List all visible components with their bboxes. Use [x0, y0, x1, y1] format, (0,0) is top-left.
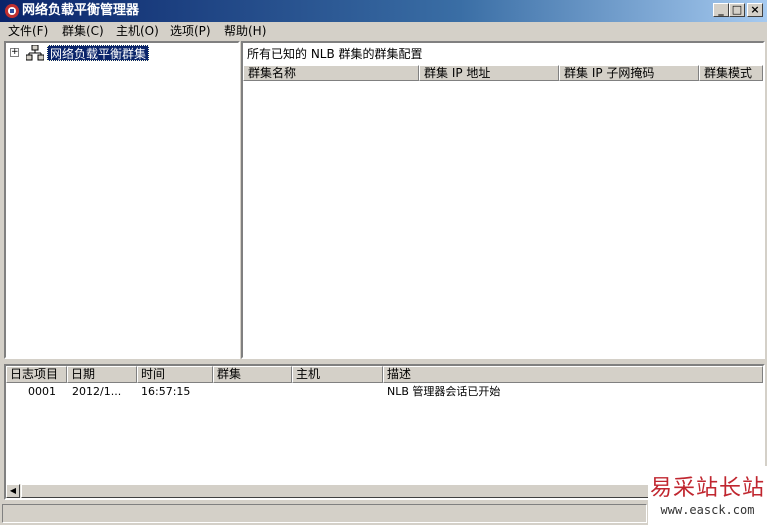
title-bar[interactable]: 网络负载平衡管理器 _ □ × — [0, 0, 767, 22]
expand-icon[interactable]: + — [10, 48, 19, 57]
column-header-description[interactable]: 描述 — [383, 366, 763, 383]
watermark-url: www.easck.com — [660, 503, 755, 517]
watermark-title: 易采站长站 — [649, 476, 765, 501]
close-button[interactable]: × — [747, 3, 763, 17]
column-header-host[interactable]: 主机 — [292, 366, 383, 383]
log-time-cell: 16:57:15 — [141, 385, 191, 398]
menu-host[interactable]: 主机(O) — [116, 22, 159, 40]
window-title: 网络负载平衡管理器 — [22, 3, 140, 18]
log-entry-cell: 0001 — [28, 385, 56, 398]
minimize-button[interactable]: _ — [713, 3, 729, 17]
network-cluster-icon — [26, 45, 44, 61]
column-header-cluster[interactable]: 群集 — [213, 366, 292, 383]
status-field — [2, 504, 647, 523]
menu-cluster[interactable]: 群集(C) — [62, 22, 104, 40]
nlb-app-icon — [5, 4, 19, 18]
cluster-list-pane[interactable]: 所有已知的 NLB 群集的群集配置 群集名称 群集 IP 地址 群集 IP 子网… — [241, 41, 765, 359]
log-description-cell: NLB 管理器会话已开始 — [387, 385, 501, 398]
column-header-time[interactable]: 时间 — [137, 366, 213, 383]
cluster-list-caption: 所有已知的 NLB 群集的群集配置 — [247, 47, 423, 61]
column-header-cluster-mode[interactable]: 群集模式 — [699, 65, 763, 81]
menu-options[interactable]: 选项(P) — [170, 22, 211, 40]
menu-file[interactable]: 文件(F) — [8, 22, 48, 40]
column-header-date[interactable]: 日期 — [67, 366, 137, 383]
maximize-button[interactable]: □ — [729, 3, 745, 17]
scroll-thumb[interactable] — [21, 484, 649, 498]
menu-help[interactable]: 帮助(H) — [224, 22, 266, 40]
menu-bar: 文件(F) 群集(C) 主机(O) 选项(P) 帮助(H) — [0, 22, 767, 40]
scroll-left-icon[interactable]: ◀ — [6, 484, 20, 498]
column-header-cluster-name[interactable]: 群集名称 — [243, 65, 419, 81]
tree-root-label[interactable]: 网络负载平衡群集 — [47, 45, 150, 61]
column-header-cluster-ip[interactable]: 群集 IP 地址 — [419, 65, 559, 81]
watermark: 易采站长站 www.easck.com — [648, 466, 767, 525]
column-header-cluster-subnet[interactable]: 群集 IP 子网掩码 — [559, 65, 699, 81]
cluster-tree-pane[interactable]: + 网络负载平衡群集 — [4, 41, 240, 359]
column-header-log-entry[interactable]: 日志项目 — [6, 366, 67, 383]
log-date-cell: 2012/1... — [72, 385, 122, 398]
